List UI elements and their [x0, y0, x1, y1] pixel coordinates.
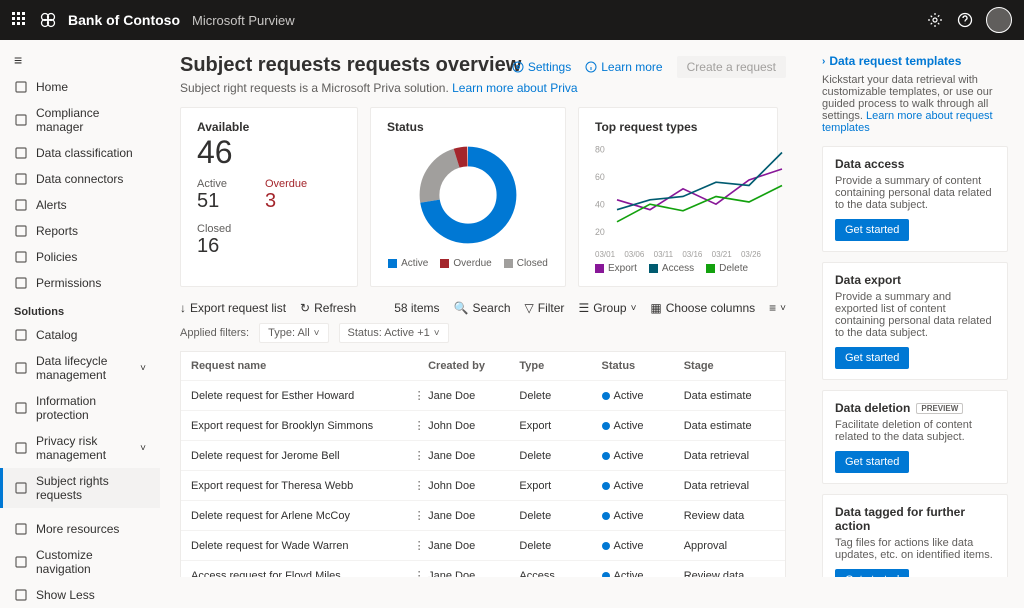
sidebar-item-compliance-manager[interactable]: Compliance manager: [0, 100, 160, 140]
page-subtitle: Subject right requests is a Microsoft Pr…: [180, 81, 786, 95]
sidebar-item-data-lifecycle-management[interactable]: Data lifecycle management˅: [0, 348, 160, 388]
learn-more-header-link[interactable]: Learn more: [585, 60, 662, 74]
view-options-icon[interactable]: ≡ ˅: [769, 301, 786, 315]
logo-icon: [40, 12, 56, 28]
template-card: Data exportProvide a summary and exporte…: [822, 262, 1008, 380]
sidebar: ≡ HomeCompliance managerData classificat…: [0, 40, 160, 577]
kpi-available-label: Available: [197, 120, 341, 134]
table-row[interactable]: Delete request for Jerome Bell⋮Jane DoeD…: [181, 441, 785, 471]
choose-columns-button[interactable]: ▦ Choose columns: [650, 301, 755, 315]
kpi-overdue-value: 3: [265, 190, 307, 213]
template-card: Data deletion PREVIEWFacilitate deletion…: [822, 390, 1008, 484]
types-card: Top request types 80 60 40 20 03/0103/06…: [578, 107, 778, 287]
requests-table: Request name Created by Type Status Stag…: [180, 351, 786, 577]
svg-text:60: 60: [595, 172, 605, 182]
kpi-active-label: Active: [197, 178, 227, 190]
status-card: Status Active Overdue Closed: [370, 107, 566, 287]
sidebar-item-privacy-risk-management[interactable]: Privacy risk management˅: [0, 428, 160, 468]
line-chart: 80 60 40 20: [595, 136, 793, 246]
sidebar-item-policies[interactable]: Policies: [0, 244, 160, 270]
brand-name: Bank of Contoso: [68, 12, 180, 28]
sidebar-item-subject-rights-requests[interactable]: Subject rights requests: [0, 468, 160, 508]
row-menu-icon[interactable]: ⋮: [410, 389, 428, 402]
sidebar-item-data-connectors[interactable]: Data connectors: [0, 166, 160, 192]
rail-description: Kickstart your data retrieval with custo…: [822, 74, 1008, 134]
rail-heading[interactable]: › Data request templates: [822, 54, 1008, 68]
legend-item: Delete: [706, 263, 748, 274]
learn-more-link[interactable]: Learn more about Priva: [452, 81, 577, 95]
row-menu-icon[interactable]: ⋮: [410, 449, 428, 462]
row-menu-icon[interactable]: ⋮: [410, 539, 428, 552]
table-row[interactable]: Delete request for Wade Warren⋮Jane DoeD…: [181, 531, 785, 561]
filter-type[interactable]: Type: All ˅: [259, 323, 328, 343]
topbar: Bank of Contoso Microsoft Purview: [0, 0, 1024, 40]
sidebar-item-information-protection[interactable]: Information protection: [0, 388, 160, 428]
get-started-button[interactable]: Get started: [835, 219, 909, 241]
settings-icon[interactable]: [926, 11, 944, 29]
main-content: Subject requests requests overview Subje…: [160, 40, 806, 577]
get-started-button[interactable]: Get started: [835, 451, 909, 473]
right-rail: › Data request templates Kickstart your …: [806, 40, 1024, 577]
settings-link[interactable]: Settings: [512, 60, 571, 74]
kpi-card: Available 46 Active 51 Overdue 3 Closed: [180, 107, 358, 287]
kpi-closed-value: 16: [197, 235, 341, 258]
legend-item: Active: [388, 258, 428, 269]
kpi-available-value: 46: [197, 136, 341, 168]
table-row[interactable]: Export request for Brooklyn Simmons⋮John…: [181, 411, 785, 441]
legend-item: Overdue: [440, 258, 491, 269]
donut-chart: [413, 140, 523, 250]
row-menu-icon[interactable]: ⋮: [410, 569, 428, 577]
sidebar-item-permissions[interactable]: Permissions: [0, 270, 160, 296]
get-started-button[interactable]: Get started: [835, 347, 909, 369]
toolbar: ↓ Export request list ↻ Refresh 58 items…: [180, 301, 786, 315]
product-name: Microsoft Purview: [192, 13, 295, 28]
sidebar-item-catalog[interactable]: Catalog: [0, 322, 160, 348]
sidebar-item-customize-navigation[interactable]: Customize navigation: [0, 542, 160, 582]
get-started-button[interactable]: Get started: [835, 569, 909, 577]
row-menu-icon[interactable]: ⋮: [410, 509, 428, 522]
status-card-title: Status: [387, 120, 424, 134]
header-actions: Settings Learn more Create a request: [512, 56, 786, 78]
applied-filters: Applied filters: Type: All ˅ Status: Act…: [180, 323, 786, 343]
search-button[interactable]: 🔍 Search: [454, 301, 511, 315]
table-row[interactable]: Delete request for Esther Howard⋮Jane Do…: [181, 381, 785, 411]
row-menu-icon[interactable]: ⋮: [410, 479, 428, 492]
app-launcher-icon[interactable]: [12, 12, 28, 28]
refresh-button[interactable]: ↻ Refresh: [300, 301, 356, 315]
filter-status[interactable]: Status: Active +1 ˅: [339, 323, 449, 343]
hamburger-icon[interactable]: ≡: [0, 46, 160, 74]
sidebar-item-home[interactable]: Home: [0, 74, 160, 100]
sidebar-item-reports[interactable]: Reports: [0, 218, 160, 244]
sidebar-section-title: Solutions: [0, 296, 160, 322]
row-menu-icon[interactable]: ⋮: [410, 419, 428, 432]
kpi-overdue-label: Overdue: [265, 178, 307, 190]
sidebar-item-more-resources[interactable]: More resources: [0, 516, 160, 542]
avatar[interactable]: [986, 7, 1012, 33]
legend-item: Access: [649, 263, 694, 274]
kpi-closed-label: Closed: [197, 223, 341, 235]
svg-text:40: 40: [595, 200, 605, 210]
svg-text:20: 20: [595, 227, 605, 237]
sidebar-item-alerts[interactable]: Alerts: [0, 192, 160, 218]
template-card: Data tagged for further actionTag files …: [822, 494, 1008, 577]
export-list-button[interactable]: ↓ Export request list: [180, 301, 286, 315]
sidebar-item-data-classification[interactable]: Data classification: [0, 140, 160, 166]
kpi-active-value: 51: [197, 190, 227, 213]
template-card: Data accessProvide a summary of content …: [822, 146, 1008, 252]
item-count: 58 items: [394, 301, 439, 315]
types-card-title: Top request types: [595, 120, 761, 134]
group-button[interactable]: ☰ Group ˅: [578, 301, 636, 315]
table-row[interactable]: Delete request for Arlene McCoy⋮Jane Doe…: [181, 501, 785, 531]
help-icon[interactable]: [956, 11, 974, 29]
table-row[interactable]: Export request for Theresa Webb⋮John Doe…: [181, 471, 785, 501]
legend-item: Export: [595, 263, 637, 274]
legend-item: Closed: [504, 258, 548, 269]
table-header: Request name Created by Type Status Stag…: [181, 352, 785, 381]
table-row[interactable]: Access request for Floyd Miles⋮Jane DoeA…: [181, 561, 785, 577]
sidebar-item-show-less[interactable]: Show Less: [0, 582, 160, 608]
create-request-button[interactable]: Create a request: [677, 56, 786, 78]
filter-button[interactable]: ▽ Filter: [525, 301, 565, 315]
svg-text:80: 80: [595, 145, 605, 155]
